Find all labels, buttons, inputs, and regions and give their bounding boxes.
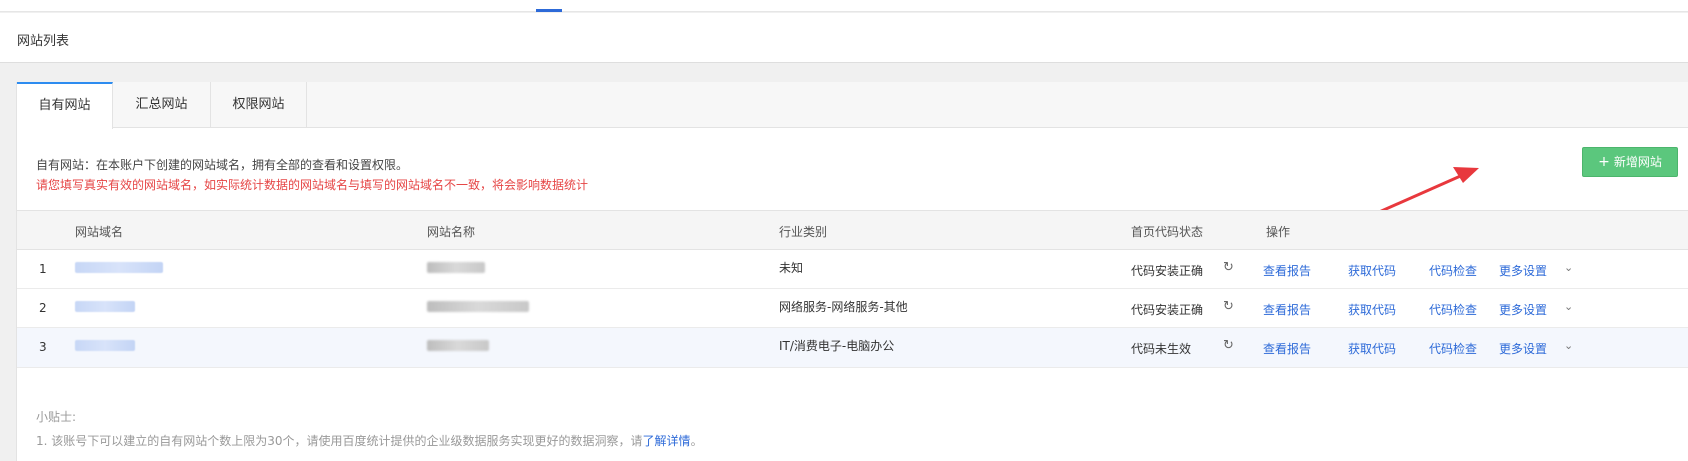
get-code-link[interactable]: 获取代码 xyxy=(1348,262,1396,279)
table-row: 1 未知 代码安装正确 ↻ 查看报告 获取代码 代码检查 更多设置 ⌄ xyxy=(17,250,1688,289)
col-actions: 操作 xyxy=(1266,225,1291,239)
row-index: 2 xyxy=(39,301,47,315)
redacted-name xyxy=(427,262,485,273)
table-header: 网站域名 网站名称 行业类别 首页代码状态 操作 xyxy=(17,210,1688,250)
view-report-link[interactable]: 查看报告 xyxy=(1263,301,1311,318)
table-row: 3 IT/消费电子-电脑办公 代码未生效 ↻ 查看报告 获取代码 代码检查 更多… xyxy=(17,328,1688,368)
code-status: 代码安装正确 xyxy=(1131,303,1204,317)
page-title: 网站列表 xyxy=(17,34,70,49)
page-header: 网站列表 xyxy=(0,13,1688,63)
chevron-down-icon[interactable]: ⌄ xyxy=(1564,261,1573,274)
tip-line-1-text: 1. 该账号下可以建立的自有网站个数上限为30个，请使用百度统计提供的企业级数据… xyxy=(36,434,643,448)
learn-more-link[interactable]: 了解详情 xyxy=(643,434,691,448)
more-settings-link[interactable]: 更多设置 xyxy=(1499,262,1547,279)
check-code-link[interactable]: 代码检查 xyxy=(1429,340,1477,357)
redacted-name xyxy=(427,301,529,312)
redacted-domain xyxy=(75,301,135,312)
top-bar xyxy=(0,0,1688,12)
site-industry: 网络服务-网络服务-其他 xyxy=(779,300,908,314)
view-report-link[interactable]: 查看报告 xyxy=(1263,340,1311,357)
col-domain: 网站域名 xyxy=(75,225,124,239)
tips-title: 小贴士: xyxy=(36,410,77,424)
site-domain-link[interactable] xyxy=(75,301,135,315)
redacted-name xyxy=(427,340,489,351)
chevron-down-icon[interactable]: ⌄ xyxy=(1564,339,1573,352)
get-code-link[interactable]: 获取代码 xyxy=(1348,301,1396,318)
table-row: 2 网络服务-网络服务-其他 代码安装正确 ↻ 查看报告 获取代码 代码检查 更… xyxy=(17,289,1688,328)
site-name xyxy=(427,340,489,354)
site-industry: IT/消费电子-电脑办公 xyxy=(779,339,895,353)
more-settings-link[interactable]: 更多设置 xyxy=(1499,340,1547,357)
site-domain-link[interactable] xyxy=(75,340,135,354)
refresh-icon[interactable]: ↻ xyxy=(1223,300,1237,314)
top-nav-active-indicator xyxy=(536,9,562,12)
site-name xyxy=(427,262,485,276)
redacted-domain xyxy=(75,262,163,273)
get-code-link[interactable]: 获取代码 xyxy=(1348,340,1396,357)
redacted-domain xyxy=(75,340,135,351)
check-code-link[interactable]: 代码检查 xyxy=(1429,262,1477,279)
more-settings-link[interactable]: 更多设置 xyxy=(1499,301,1547,318)
row-index: 1 xyxy=(39,262,47,276)
site-domain-link[interactable] xyxy=(75,262,163,276)
code-status: 代码安装正确 xyxy=(1131,264,1204,278)
chevron-down-icon[interactable]: ⌄ xyxy=(1564,300,1573,313)
row-index: 3 xyxy=(39,340,47,354)
tip-line-1: 1. 该账号下可以建立的自有网站个数上限为30个，请使用百度统计提供的企业级数据… xyxy=(36,432,703,449)
col-industry: 行业类别 xyxy=(779,225,828,239)
view-report-link[interactable]: 查看报告 xyxy=(1263,262,1311,279)
site-name xyxy=(427,301,529,315)
col-code-status: 首页代码状态 xyxy=(1131,225,1204,239)
site-panel: 自有网站 汇总网站 权限网站 自有网站：在本账户下创建的网站域名，拥有全部的查看… xyxy=(16,82,1688,461)
refresh-icon[interactable]: ↻ xyxy=(1223,261,1237,275)
code-status: 代码未生效 xyxy=(1131,342,1192,356)
col-site-name: 网站名称 xyxy=(427,225,476,239)
check-code-link[interactable]: 代码检查 xyxy=(1429,301,1477,318)
tip-line-1-end: 。 xyxy=(690,434,703,448)
refresh-icon[interactable]: ↻ xyxy=(1223,339,1237,353)
site-industry: 未知 xyxy=(779,261,804,275)
